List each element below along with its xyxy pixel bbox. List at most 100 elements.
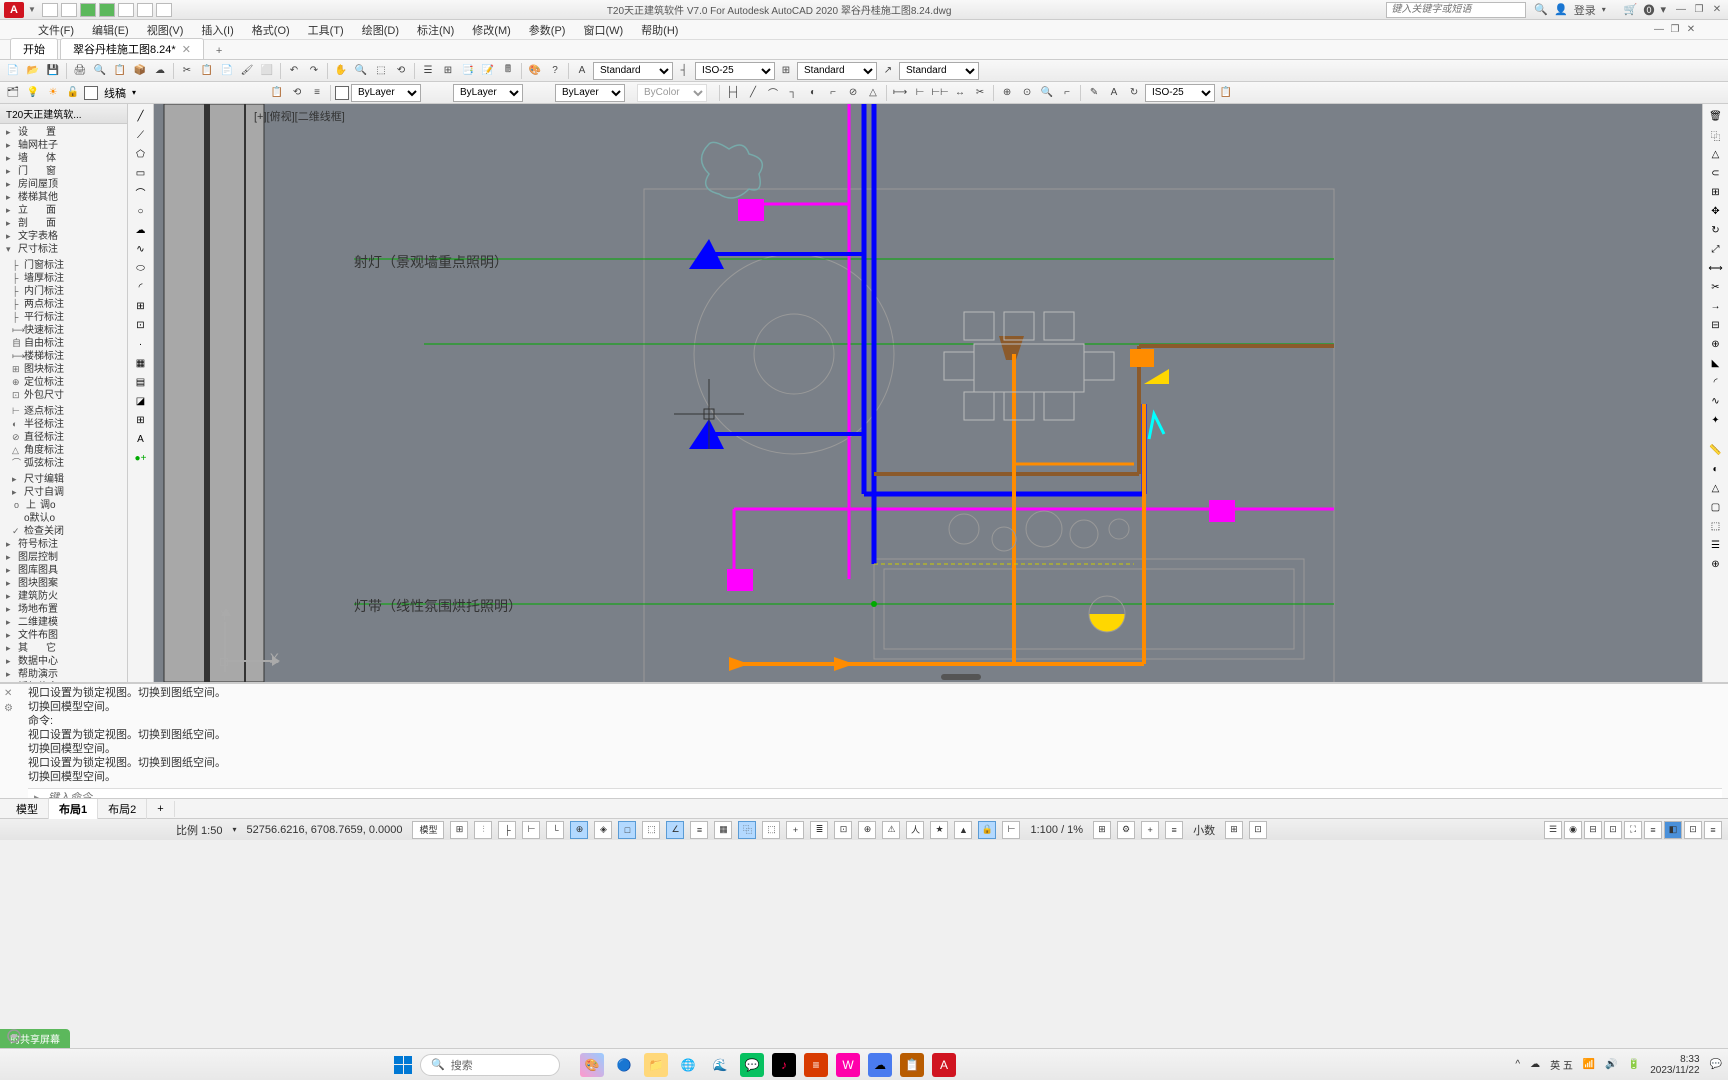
tray-wifi-icon[interactable]: 📶 — [1583, 1059, 1595, 1070]
new-icon[interactable] — [42, 3, 58, 17]
makeblock-button[interactable]: ⊡ — [130, 316, 152, 334]
cloud-button[interactable]: ☁ — [151, 62, 169, 80]
panel-title[interactable]: T20天正建筑软... — [0, 104, 127, 124]
3dsel-button[interactable]: ⬚ — [762, 821, 780, 839]
dimstyle-current-dropdown[interactable]: ISO-25 — [1145, 84, 1215, 102]
sheet-button[interactable]: 📑 — [459, 62, 477, 80]
hw-button[interactable]: ☰ — [1544, 821, 1562, 839]
tree-room[interactable]: ▸房间屋顶 — [4, 178, 123, 191]
tray-notifications-icon[interactable]: 💬 — [1710, 1059, 1722, 1070]
measure-area[interactable]: ▢ — [1705, 498, 1727, 516]
tab-model[interactable]: 模型 — [6, 799, 49, 819]
annoscale-icon[interactable]: 人 — [906, 821, 924, 839]
saveas-icon[interactable] — [99, 3, 115, 17]
otrack-button[interactable]: ∠ — [666, 821, 684, 839]
tree-paradim[interactable]: ├平行标注 — [4, 311, 123, 324]
dimedit-button[interactable]: ✎ — [1085, 84, 1103, 102]
move-button[interactable]: ✥ — [1705, 202, 1727, 220]
tray-clock[interactable]: 8:33 2023/11/22 — [1650, 1054, 1699, 1076]
point-button[interactable]: · — [130, 335, 152, 353]
circle-button[interactable]: ○ — [130, 202, 152, 220]
rect-button[interactable]: ▭ — [130, 164, 152, 182]
tree-indoordim[interactable]: ├内门标注 — [4, 285, 123, 298]
rotate-button[interactable]: ↻ — [1705, 221, 1727, 239]
tree-data[interactable]: ▸数据中心 — [4, 655, 123, 668]
list-button[interactable]: ☰ — [1705, 536, 1727, 554]
help-dropdown-icon[interactable]: ▾ — [1660, 3, 1666, 16]
a360-icon[interactable]: 🔍 — [1534, 3, 1548, 16]
jogged-button[interactable]: ⌐ — [1058, 84, 1076, 102]
menu-format[interactable]: 格式(O) — [244, 20, 298, 40]
tree-2ptdim[interactable]: ├两点标注 — [4, 298, 123, 311]
centermark-button[interactable]: ⊙ — [1018, 84, 1036, 102]
tree-door[interactable]: ▸门 — [4, 165, 28, 178]
command-input[interactable] — [48, 792, 1716, 798]
erase-button[interactable]: 🗑 — [1705, 107, 1727, 125]
render-button[interactable]: 🎨 — [526, 62, 544, 80]
task-autocad[interactable]: A — [932, 1053, 956, 1077]
copy-button[interactable]: 📋 — [198, 62, 216, 80]
tree-wall[interactable]: ▸墙 — [4, 152, 28, 165]
vpmax-icon[interactable]: ⊞ — [1093, 821, 1111, 839]
tray-battery-icon[interactable]: 🔋 — [1628, 1059, 1640, 1070]
menu-help[interactable]: 帮助(H) — [633, 20, 686, 40]
infer-button[interactable]: ├ — [498, 821, 516, 839]
tree-elevation[interactable]: ▸立 — [4, 204, 28, 217]
matchprop-button[interactable]: 🖌 — [238, 62, 256, 80]
menu-edit[interactable]: 编辑(E) — [84, 20, 137, 40]
task-chrome[interactable]: 🌐 — [676, 1053, 700, 1077]
tree-site[interactable]: ▸场地布置 — [4, 603, 123, 616]
tab-document[interactable]: 翠谷丹桂施工图8.24*✕ — [60, 38, 204, 59]
tree-symbol[interactable]: ▸符号标注 — [4, 538, 123, 551]
tree-dimauto[interactable]: ▸尺寸自调 — [4, 486, 123, 499]
gizmo-button[interactable]: ⊕ — [858, 821, 876, 839]
scale-button[interactable]: ⤢ — [1705, 240, 1727, 258]
quickprops-button[interactable]: ≣ — [810, 821, 828, 839]
tree-raddim[interactable]: ◐半径标注 — [4, 418, 123, 431]
preview-button[interactable]: 🔍 — [91, 62, 109, 80]
transp-button[interactable]: ▦ — [714, 821, 732, 839]
tab-layout1[interactable]: 布局1 — [49, 799, 98, 819]
color-dropdown[interactable]: ByLayer — [351, 84, 421, 102]
addsel-button[interactable]: ●+ — [130, 449, 152, 467]
redo-icon[interactable] — [156, 3, 172, 17]
dimstyle-icon[interactable]: ┤ — [675, 62, 693, 80]
copy-obj-button[interactable]: ⿻ — [1705, 126, 1727, 144]
tolerance-button[interactable]: ⊕ — [998, 84, 1016, 102]
save-icon[interactable] — [80, 3, 96, 17]
tree-helpshow[interactable]: ▸帮助演示 — [4, 668, 123, 681]
task-excel[interactable]: ≡ — [804, 1053, 828, 1077]
tab-layout2[interactable]: 布局2 — [98, 799, 147, 819]
tray2-button[interactable]: ⊡ — [1684, 821, 1702, 839]
menu-tools[interactable]: 工具(T) — [300, 20, 352, 40]
offset-button[interactable]: ⊂ — [1705, 164, 1727, 182]
inspect-button[interactable]: 🔍 — [1038, 84, 1056, 102]
tree-ptdim[interactable]: ⊢逐点标注 — [4, 405, 123, 418]
lwt-button[interactable]: ≡ — [690, 821, 708, 839]
tab-start[interactable]: 开始 — [10, 38, 58, 59]
task-edge[interactable]: 🌊 — [708, 1053, 732, 1077]
hide-button[interactable]: ⊟ — [1584, 821, 1602, 839]
status-model-button[interactable]: 模型 — [412, 821, 444, 839]
menu-view[interactable]: 视图(V) — [139, 20, 192, 40]
command-history[interactable]: 视口设置为锁定视图。切换到图纸空间。 切换回模型空间。 命令: 视口设置为锁定视… — [22, 684, 1728, 798]
isolate-button[interactable]: ◉ — [1564, 821, 1582, 839]
menu-draw[interactable]: 绘图(D) — [354, 20, 407, 40]
dim-linear-button[interactable]: ├┤ — [724, 84, 742, 102]
fullscreen-button[interactable]: ⛶ — [1624, 821, 1642, 839]
textstyle-dropdown[interactable]: Standard — [593, 62, 673, 80]
tree-fire[interactable]: ▸建筑防火 — [4, 590, 123, 603]
tray-up-icon[interactable]: ^ — [1515, 1059, 1520, 1070]
annovis-icon[interactable]: ▲ — [954, 821, 972, 839]
measure-rad[interactable]: ◐ — [1705, 460, 1727, 478]
save-button[interactable]: 💾 — [44, 62, 62, 80]
viewport-label[interactable]: [+][俯视][二维线框] — [254, 108, 345, 124]
workspace-button[interactable]: ⚙ — [1117, 821, 1135, 839]
tree-walldim[interactable]: ├墙厚标注 — [4, 272, 123, 285]
layer-state-button[interactable]: 🗂 — [4, 84, 22, 102]
chamfer-button[interactable]: ◣ — [1705, 354, 1727, 372]
explode-button[interactable]: ✦ — [1705, 411, 1727, 429]
status-units[interactable]: 小数 — [1189, 822, 1219, 838]
tree-block[interactable]: ▸图块图案 — [4, 577, 123, 590]
tree-section[interactable]: ▸剖 — [4, 217, 28, 230]
